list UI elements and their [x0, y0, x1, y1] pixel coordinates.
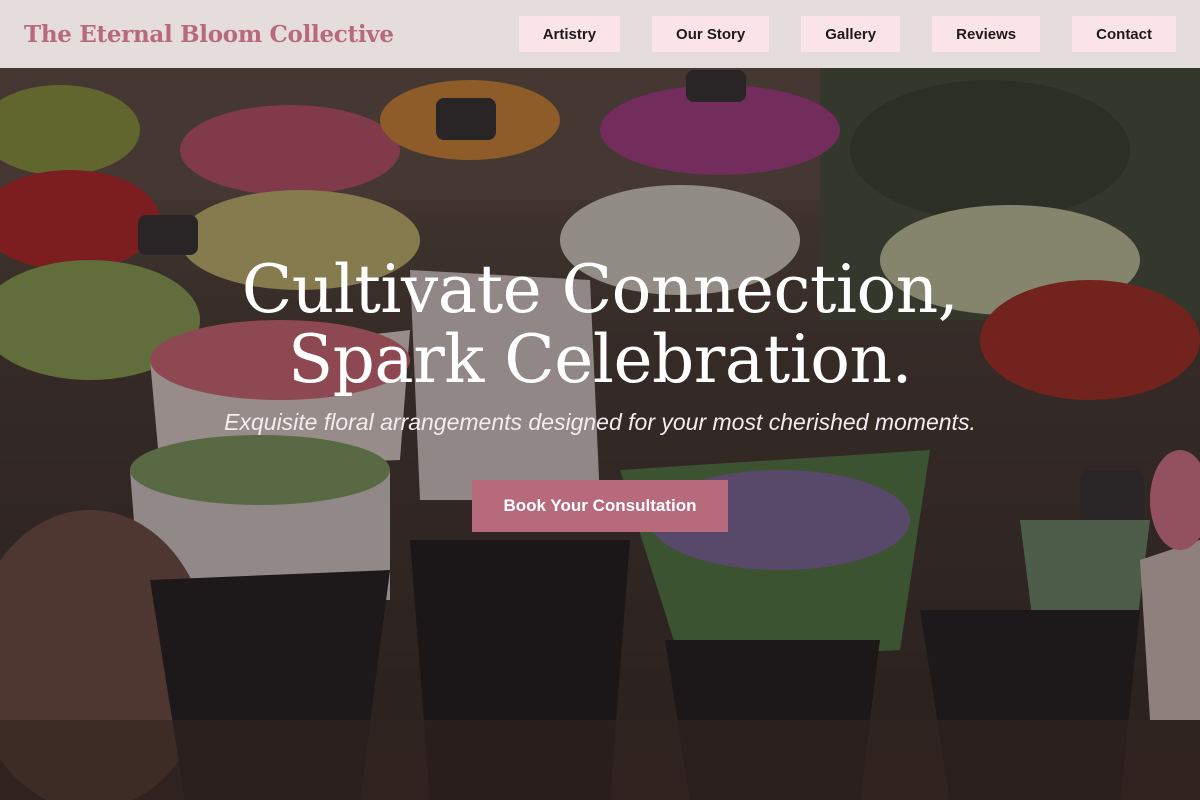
hero-headline-line-2: Spark Celebration.: [287, 321, 913, 398]
book-consultation-button[interactable]: Book Your Consultation: [471, 480, 729, 532]
nav-item-gallery[interactable]: Gallery: [801, 16, 901, 52]
site-header: The Eternal Bloom Collective Artistry Ou…: [0, 0, 1200, 68]
main-nav: Artistry Our Story Gallery Reviews Conta…: [518, 16, 1176, 52]
hero-headline: Cultivate Connection, Spark Celebration.: [0, 255, 1200, 395]
nav-item-contact[interactable]: Contact: [1072, 16, 1176, 52]
nav-item-artistry[interactable]: Artistry: [518, 16, 621, 52]
nav-item-reviews[interactable]: Reviews: [932, 16, 1041, 52]
nav-item-our-story[interactable]: Our Story: [652, 16, 770, 52]
hero-subheadline: Exquisite floral arrangements designed f…: [224, 409, 976, 435]
hero-headline-line-1: Cultivate Connection,: [241, 251, 959, 328]
brand-logo[interactable]: The Eternal Bloom Collective: [24, 21, 394, 48]
hero-content: Cultivate Connection, Spark Celebration.…: [0, 255, 1200, 532]
